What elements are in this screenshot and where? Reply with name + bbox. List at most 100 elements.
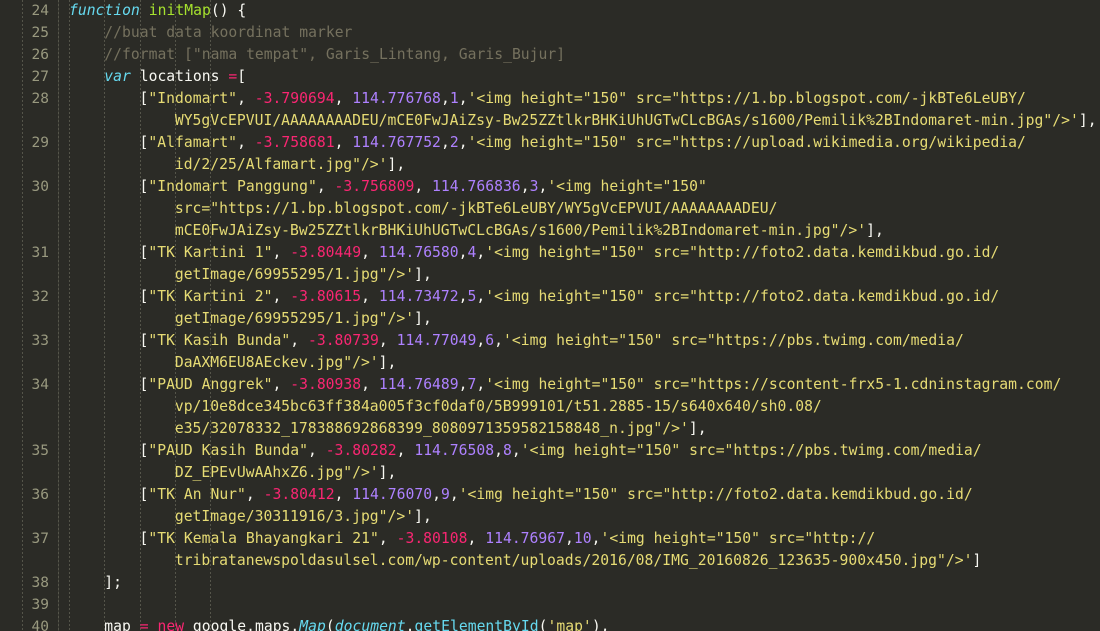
code-line[interactable]: ["Indomart", -3.790694, 114.776768,1,'<i…: [59, 88, 1100, 110]
token-str: id/2/25/Alfamart.jpg"/>': [174, 156, 388, 173]
token-plain: ,: [316, 178, 335, 195]
code-line[interactable]: ["TK An Nur", -3.80412, 114.76070,9,'<im…: [59, 484, 1100, 506]
token-numneg: -3.80615: [290, 288, 362, 305]
code-line[interactable]: DaAXM6EU8AEckev.jpg"/>'],: [59, 352, 1100, 374]
token-kw2: new: [157, 618, 185, 631]
line-number: 38: [31, 575, 49, 591]
token-plain: ,: [467, 530, 486, 547]
token-plain: ,: [520, 178, 530, 195]
token-plain: [: [237, 68, 247, 85]
code-line[interactable]: getImage/69955295/1.jpg"/>'],: [59, 264, 1100, 286]
token-plain: ,: [272, 376, 291, 393]
token-plain: ,: [361, 244, 379, 261]
line-number: 28: [31, 91, 49, 107]
token-plain: ]: [972, 552, 982, 569]
token-plain: ,: [378, 332, 397, 349]
line-number-wrap: [0, 264, 58, 286]
token-plain: ,: [440, 134, 450, 151]
token-plain: ,: [272, 244, 291, 261]
token-str: "TK An Nur": [148, 486, 246, 503]
token-num: 114.76070: [352, 486, 433, 503]
token-str: DZ_EPEvUwAAhxZ6.jpg"/>': [174, 464, 379, 481]
code-line[interactable]: getImage/69955295/1.jpg"/>'],: [59, 308, 1100, 330]
token-numneg: -3.80938: [290, 376, 362, 393]
token-num: 114.76489: [378, 376, 459, 393]
token-str: tribratanewspoldasulsel.com/wp-content/u…: [174, 552, 973, 569]
code-editor[interactable]: 24 25 26 27 28 29 30 31 32 33 34 35 36 37 38…: [0, 0, 1100, 631]
token-str: "PAUD Kasih Bunda": [148, 442, 308, 459]
code-line[interactable]: mCE0FwJAiZsy-Bw25ZZtlkrBHKiUhUGTwCLcBGAs…: [59, 220, 1100, 242]
code-line[interactable]: map = new google.maps.Map(document.getEl…: [59, 616, 1100, 631]
line-number: 33: [31, 333, 49, 349]
token-num: 10: [573, 530, 592, 547]
code-line[interactable]: ["TK Kasih Bunda", -3.80739, 114.77049,6…: [59, 330, 1100, 352]
token-plain: ,: [334, 90, 353, 107]
code-line[interactable]: ["TK Kemala Bhayangkari 21", -3.80108, 1…: [59, 528, 1100, 550]
code-line[interactable]: tribratanewspoldasulsel.com/wp-content/u…: [59, 550, 1100, 572]
code-line[interactable]: ["TK Kartini 1", -3.80449, 114.76580,4,'…: [59, 242, 1100, 264]
code-line[interactable]: var locations =[: [59, 66, 1100, 88]
line-number: 35: [31, 443, 49, 459]
code-line[interactable]: //buat data koordinat marker: [59, 22, 1100, 44]
code-line[interactable]: DZ_EPEvUwAAhxZ6.jpg"/>'],: [59, 462, 1100, 484]
token-plain: ,: [361, 288, 379, 305]
token-str: '<img height="150" src="https://pbs.twim…: [520, 442, 982, 459]
code-line[interactable]: ["TK Kartini 2", -3.80615, 114.73472,5,'…: [59, 286, 1100, 308]
line-number: 29: [31, 135, 49, 151]
line-number: 24: [31, 3, 49, 19]
token-str: '<img height="150" src="http://foto2.dat…: [485, 244, 1000, 261]
code-line[interactable]: ["PAUD Anggrek", -3.80938, 114.76489,7,'…: [59, 374, 1100, 396]
token-plain: ,: [458, 376, 468, 393]
token-numneg: -3.80108: [396, 530, 468, 547]
token-num: 114.77049: [396, 332, 477, 349]
token-plain: ,: [538, 178, 548, 195]
token-str: 'map': [547, 618, 592, 631]
line-number: 30: [31, 179, 49, 195]
code-line[interactable]: ["Indomart Panggung", -3.756809, 114.766…: [59, 176, 1100, 198]
token-plain: ],: [378, 464, 397, 481]
line-number-wrap: [0, 396, 58, 418]
token-plain: ,: [307, 442, 326, 459]
code-line[interactable]: [59, 594, 1100, 616]
token-op: =: [228, 68, 238, 85]
token-str: src="https://1.bp.blogspot.com/-jkBTe6Le…: [174, 200, 778, 217]
token-plain: ,: [440, 90, 450, 107]
token-plain: ,: [476, 332, 486, 349]
token-num: 114.776768: [352, 90, 441, 107]
token-numneg: -3.80282: [325, 442, 397, 459]
code-line[interactable]: //format ["nama tempat", Garis_Lintang, …: [59, 44, 1100, 66]
token-plain: ],: [414, 508, 432, 525]
token-plain: ,: [458, 244, 468, 261]
token-plain: ,: [334, 486, 353, 503]
code-line[interactable]: src="https://1.bp.blogspot.com/-jkBTe6Le…: [59, 198, 1100, 220]
token-plain: ],: [387, 156, 406, 173]
code-line[interactable]: vp/10e8dce345bc63ff384a005f3cf0daf0/5B99…: [59, 396, 1100, 418]
token-plain: ],: [414, 266, 432, 283]
line-number: 25: [31, 25, 49, 41]
code-line[interactable]: id/2/25/Alfamart.jpg"/>'],: [59, 154, 1100, 176]
token-plain: ],: [688, 420, 707, 437]
code-content-area[interactable]: function initMap() { //buat data koordina…: [59, 0, 1100, 631]
token-plain: ,: [290, 332, 308, 349]
token-plain: ,: [458, 90, 468, 107]
code-line[interactable]: WY5gVcEPVUI/AAAAAAAADEU/mCE0FwJAiZsy-Bw2…: [59, 110, 1100, 132]
code-line[interactable]: ["Alfamart", -3.758681, 114.767752,2,'<i…: [59, 132, 1100, 154]
token-plain: ,: [432, 486, 441, 503]
token-plain: ,: [458, 288, 468, 305]
token-cmt: //buat data koordinat marker: [104, 24, 353, 41]
token-str: "Indomart Panggung": [148, 178, 317, 195]
token-op: =: [139, 618, 149, 631]
token-plain: ],: [378, 354, 397, 371]
code-line[interactable]: e35/32078332_178388692868399_80809713595…: [59, 418, 1100, 440]
token-str: "Alfamart": [148, 134, 238, 151]
token-plain: ,: [361, 376, 379, 393]
token-str: getImage/69955295/1.jpg"/>': [174, 266, 415, 283]
line-number: 37: [31, 531, 49, 547]
code-line[interactable]: getImage/30311916/3.jpg"/>'],: [59, 506, 1100, 528]
code-line[interactable]: function initMap() {: [59, 0, 1100, 22]
code-line[interactable]: ["PAUD Kasih Bunda", -3.80282, 114.76508…: [59, 440, 1100, 462]
code-lines: function initMap() { //buat data koordina…: [59, 0, 1100, 631]
code-line[interactable]: ];: [59, 572, 1100, 594]
line-number-wrap: [0, 220, 58, 242]
line-number-wrap: [0, 154, 58, 176]
